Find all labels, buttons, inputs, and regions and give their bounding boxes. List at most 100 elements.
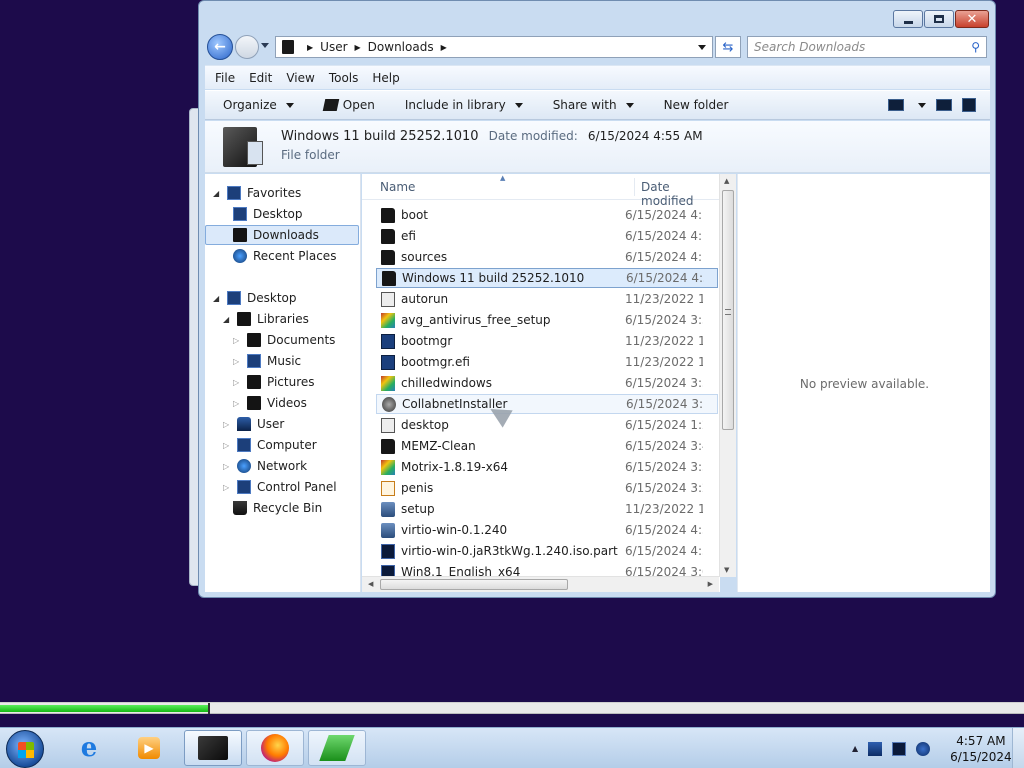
nav-documents[interactable]: ▷ Documents [233,330,335,350]
change-view-icon[interactable] [888,99,904,111]
file-row[interactable]: bootmgr 11/23/2022 1:03 [376,331,718,351]
menu-help[interactable]: Help [372,71,399,85]
expanded-arrow-icon[interactable]: ◢ [213,294,221,303]
breadcrumb-user[interactable]: User [320,40,347,54]
taskbar-firefox[interactable] [246,730,304,766]
collapsed-arrow-icon[interactable]: ▷ [223,483,231,492]
collapsed-arrow-icon[interactable]: ▷ [223,462,231,471]
menu-view[interactable]: View [286,71,314,85]
organize-button[interactable]: Organize [223,98,294,112]
file-row-selected[interactable]: Windows 11 build 25252.1010 6/15/2024 4:5… [376,268,718,288]
nav-desktop-label: Desktop [247,291,297,305]
address-history-dropdown-icon[interactable] [698,45,706,50]
breadcrumb-downloads[interactable]: Downloads [368,40,434,54]
address-bar[interactable]: ▶ User ▶ Downloads ▶ [275,36,713,58]
preview-pane-toggle-icon[interactable] [936,99,952,111]
menu-tools[interactable]: Tools [329,71,359,85]
nav-favorites[interactable]: ◢ Favorites [213,183,301,203]
new-folder-button[interactable]: New folder [664,98,729,112]
file-row[interactable]: avg_antivirus_free_setup 6/15/2024 3:33 [376,310,718,330]
network-monitor-icon[interactable] [892,741,907,756]
share-with-button[interactable]: Share with [553,98,634,112]
file-row[interactable]: CollabnetInstaller 6/15/2024 3:16 [376,394,718,414]
file-row[interactable]: autorun 11/23/2022 1:03 [376,289,718,309]
horizontal-scroll-thumb[interactable] [380,579,568,590]
collapsed-arrow-icon[interactable]: ▷ [223,420,231,429]
collapsed-arrow-icon[interactable]: ▷ [233,399,241,408]
include-in-library-button[interactable]: Include in library [405,98,523,112]
recent-pages-chevron-icon[interactable] [261,43,269,48]
nav-music[interactable]: ▷ Music [233,351,301,371]
file-row[interactable]: penis 6/15/2024 3:20 [376,478,718,498]
maximize-button[interactable] [924,10,954,28]
vertical-scroll-thumb[interactable] [722,190,734,430]
vertical-scrollbar[interactable]: ▲ ▼ [719,174,736,577]
help-icon[interactable] [962,98,976,112]
horizontal-scrollbar[interactable]: ◀ ▶ [362,576,719,592]
nav-computer[interactable]: ▷ Computer [223,435,317,455]
breadcrumb-chevron-icon[interactable]: ▶ [441,43,447,52]
nav-pictures[interactable]: ▷ Pictures [233,372,315,392]
file-row[interactable]: boot 6/15/2024 4:15 [376,205,718,225]
start-button[interactable] [6,730,44,768]
expanded-arrow-icon[interactable]: ◢ [223,315,231,324]
collapsed-arrow-icon[interactable]: ▷ [223,441,231,450]
column-divider[interactable] [634,178,635,196]
nav-libraries[interactable]: ◢ Libraries [223,309,309,329]
nav-user[interactable]: ▷ User [223,414,284,434]
breadcrumb-chevron-icon[interactable]: ▶ [355,43,361,52]
file-row[interactable]: virtio-win-0.1.240 6/15/2024 4:56 [376,520,718,540]
file-row[interactable]: Motrix-1.8.19-x64 6/15/2024 3:53 [376,457,718,477]
collapsed-arrow-icon[interactable]: ▷ [233,378,241,387]
expanded-arrow-icon[interactable]: ◢ [213,189,221,198]
file-row[interactable]: bootmgr.efi 11/23/2022 1:03 [376,352,718,372]
nav-recent-places-label: Recent Places [253,249,337,263]
refresh-button[interactable]: ⇆ [715,36,741,58]
file-row[interactable]: desktop 6/15/2024 1:26 [376,415,718,435]
nav-desktop-favorite[interactable]: Desktop [233,204,303,224]
taskbar-media-player[interactable]: ▶ [120,730,178,766]
collapsed-arrow-icon[interactable]: ▷ [233,357,241,366]
forward-button[interactable] [235,35,259,59]
file-row[interactable]: MEMZ-Clean 6/15/2024 3:46 [376,436,718,456]
action-center-flag-icon[interactable] [868,741,883,756]
scroll-down-arrow-icon[interactable]: ▼ [724,566,729,574]
nav-network[interactable]: ▷ Network [223,456,307,476]
minimize-button[interactable] [893,10,923,28]
system-clock[interactable]: 4:57 AM 6/15/2024 [950,733,1012,765]
column-header-name[interactable]: Name [380,180,415,194]
breadcrumb-chevron-icon[interactable]: ▶ [307,43,313,52]
collapsed-arrow-icon[interactable]: ▷ [233,336,241,345]
menu-edit[interactable]: Edit [249,71,272,85]
nav-computer-label: Computer [257,438,317,452]
column-header-date-modified[interactable]: Date modified [641,180,720,208]
search-input[interactable]: Search Downloads ⚲ [747,36,987,58]
scroll-left-arrow-icon[interactable]: ◀ [368,580,373,588]
nav-videos[interactable]: ▷ Videos [233,393,307,413]
nav-recent-places[interactable]: Recent Places [233,246,336,266]
open-button[interactable]: Open [322,98,375,112]
scroll-up-arrow-icon[interactable]: ▲ [724,177,729,185]
file-row[interactable]: chilledwindows 6/15/2024 3:55 [376,373,718,393]
show-desktop-button[interactable] [1012,728,1024,768]
menu-file[interactable]: File [215,71,235,85]
file-name: virtio-win-0.jaR3tkWg.1.240.iso.part [401,544,618,558]
nav-recycle-bin[interactable]: Recycle Bin [233,498,322,518]
search-icon[interactable]: ⚲ [971,40,980,54]
show-hidden-icons-icon[interactable]: ▲ [852,744,858,753]
back-button[interactable]: ← [207,34,233,60]
nav-downloads[interactable]: Downloads [205,225,359,245]
view-options-chevron-icon[interactable] [918,102,926,108]
volume-icon[interactable] [916,741,931,756]
taskbar-tool-app[interactable] [308,730,366,766]
close-button[interactable]: ✕ [955,10,989,28]
taskbar-windows-explorer[interactable] [184,730,242,766]
nav-control-panel[interactable]: ▷ Control Panel [223,477,337,497]
file-row[interactable]: virtio-win-0.jaR3tkWg.1.240.iso.part 6/15… [376,541,718,561]
file-row[interactable]: setup 11/23/2022 1:03 [376,499,718,519]
nav-desktop[interactable]: ◢ Desktop [213,288,297,308]
scroll-right-arrow-icon[interactable]: ▶ [708,580,713,588]
file-row[interactable]: sources 6/15/2024 4:15 [376,247,718,267]
taskbar-internet-explorer[interactable]: e [60,730,118,766]
file-row[interactable]: efi 6/15/2024 4:15 [376,226,718,246]
